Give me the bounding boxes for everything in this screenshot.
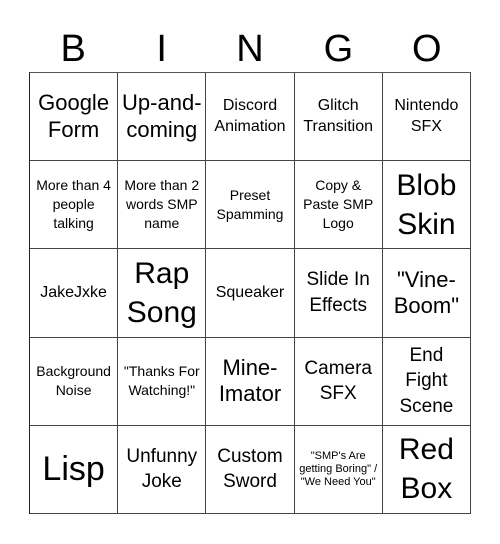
bingo-header: B I N G O — [29, 26, 471, 72]
bingo-cell[interactable]: Lisp — [30, 425, 119, 514]
bingo-board: Google Form Up-and-coming Discord Animat… — [29, 72, 471, 514]
header-letter-n: N — [236, 28, 264, 70]
bingo-cell[interactable]: "Thanks For Watching!" — [118, 337, 207, 426]
bingo-cell[interactable]: Discord Animation — [206, 73, 295, 162]
header-letter-b: B — [60, 28, 86, 70]
bingo-cell[interactable]: Nintendo SFX — [382, 73, 471, 162]
bingo-cell[interactable]: Slide In Effects — [294, 249, 383, 338]
bingo-cell[interactable]: More than 2 words SMP name — [118, 161, 207, 250]
header-letter-o: O — [412, 28, 442, 70]
bingo-cell[interactable]: Unfunny Joke — [118, 425, 207, 514]
bingo-cell[interactable]: Up-and-coming — [118, 73, 207, 162]
bingo-cell[interactable]: Squeaker — [206, 249, 295, 338]
bingo-cell[interactable]: Google Form — [30, 73, 119, 162]
bingo-cell[interactable]: "SMP's Are getting Boring" / "We Need Yo… — [294, 425, 383, 514]
bingo-cell[interactable]: Glitch Transition — [294, 73, 383, 162]
bingo-cell[interactable]: Blob Skin — [382, 161, 471, 250]
bingo-cell[interactable]: End Fight Scene — [382, 337, 471, 426]
bingo-cell[interactable]: JakeJxke — [30, 249, 119, 338]
bingo-cell[interactable]: Red Box — [382, 425, 471, 514]
bingo-cell[interactable]: More than 4 people talking — [30, 161, 119, 250]
bingo-cell[interactable]: Camera SFX — [294, 337, 383, 426]
header-letter-g: G — [323, 28, 354, 70]
bingo-cell[interactable]: Custom Sword — [206, 425, 295, 514]
bingo-cell[interactable]: Copy & Paste SMP Logo — [294, 161, 383, 250]
bingo-cell[interactable]: Preset Spamming — [206, 161, 295, 250]
header-letter-i: I — [156, 28, 167, 70]
bingo-cell[interactable]: Mine-Imator — [206, 337, 295, 426]
bingo-cell[interactable]: Background Noise — [30, 337, 119, 426]
bingo-cell[interactable]: "Vine-Boom" — [382, 249, 471, 338]
bingo-cell[interactable]: Rap Song — [118, 249, 207, 338]
